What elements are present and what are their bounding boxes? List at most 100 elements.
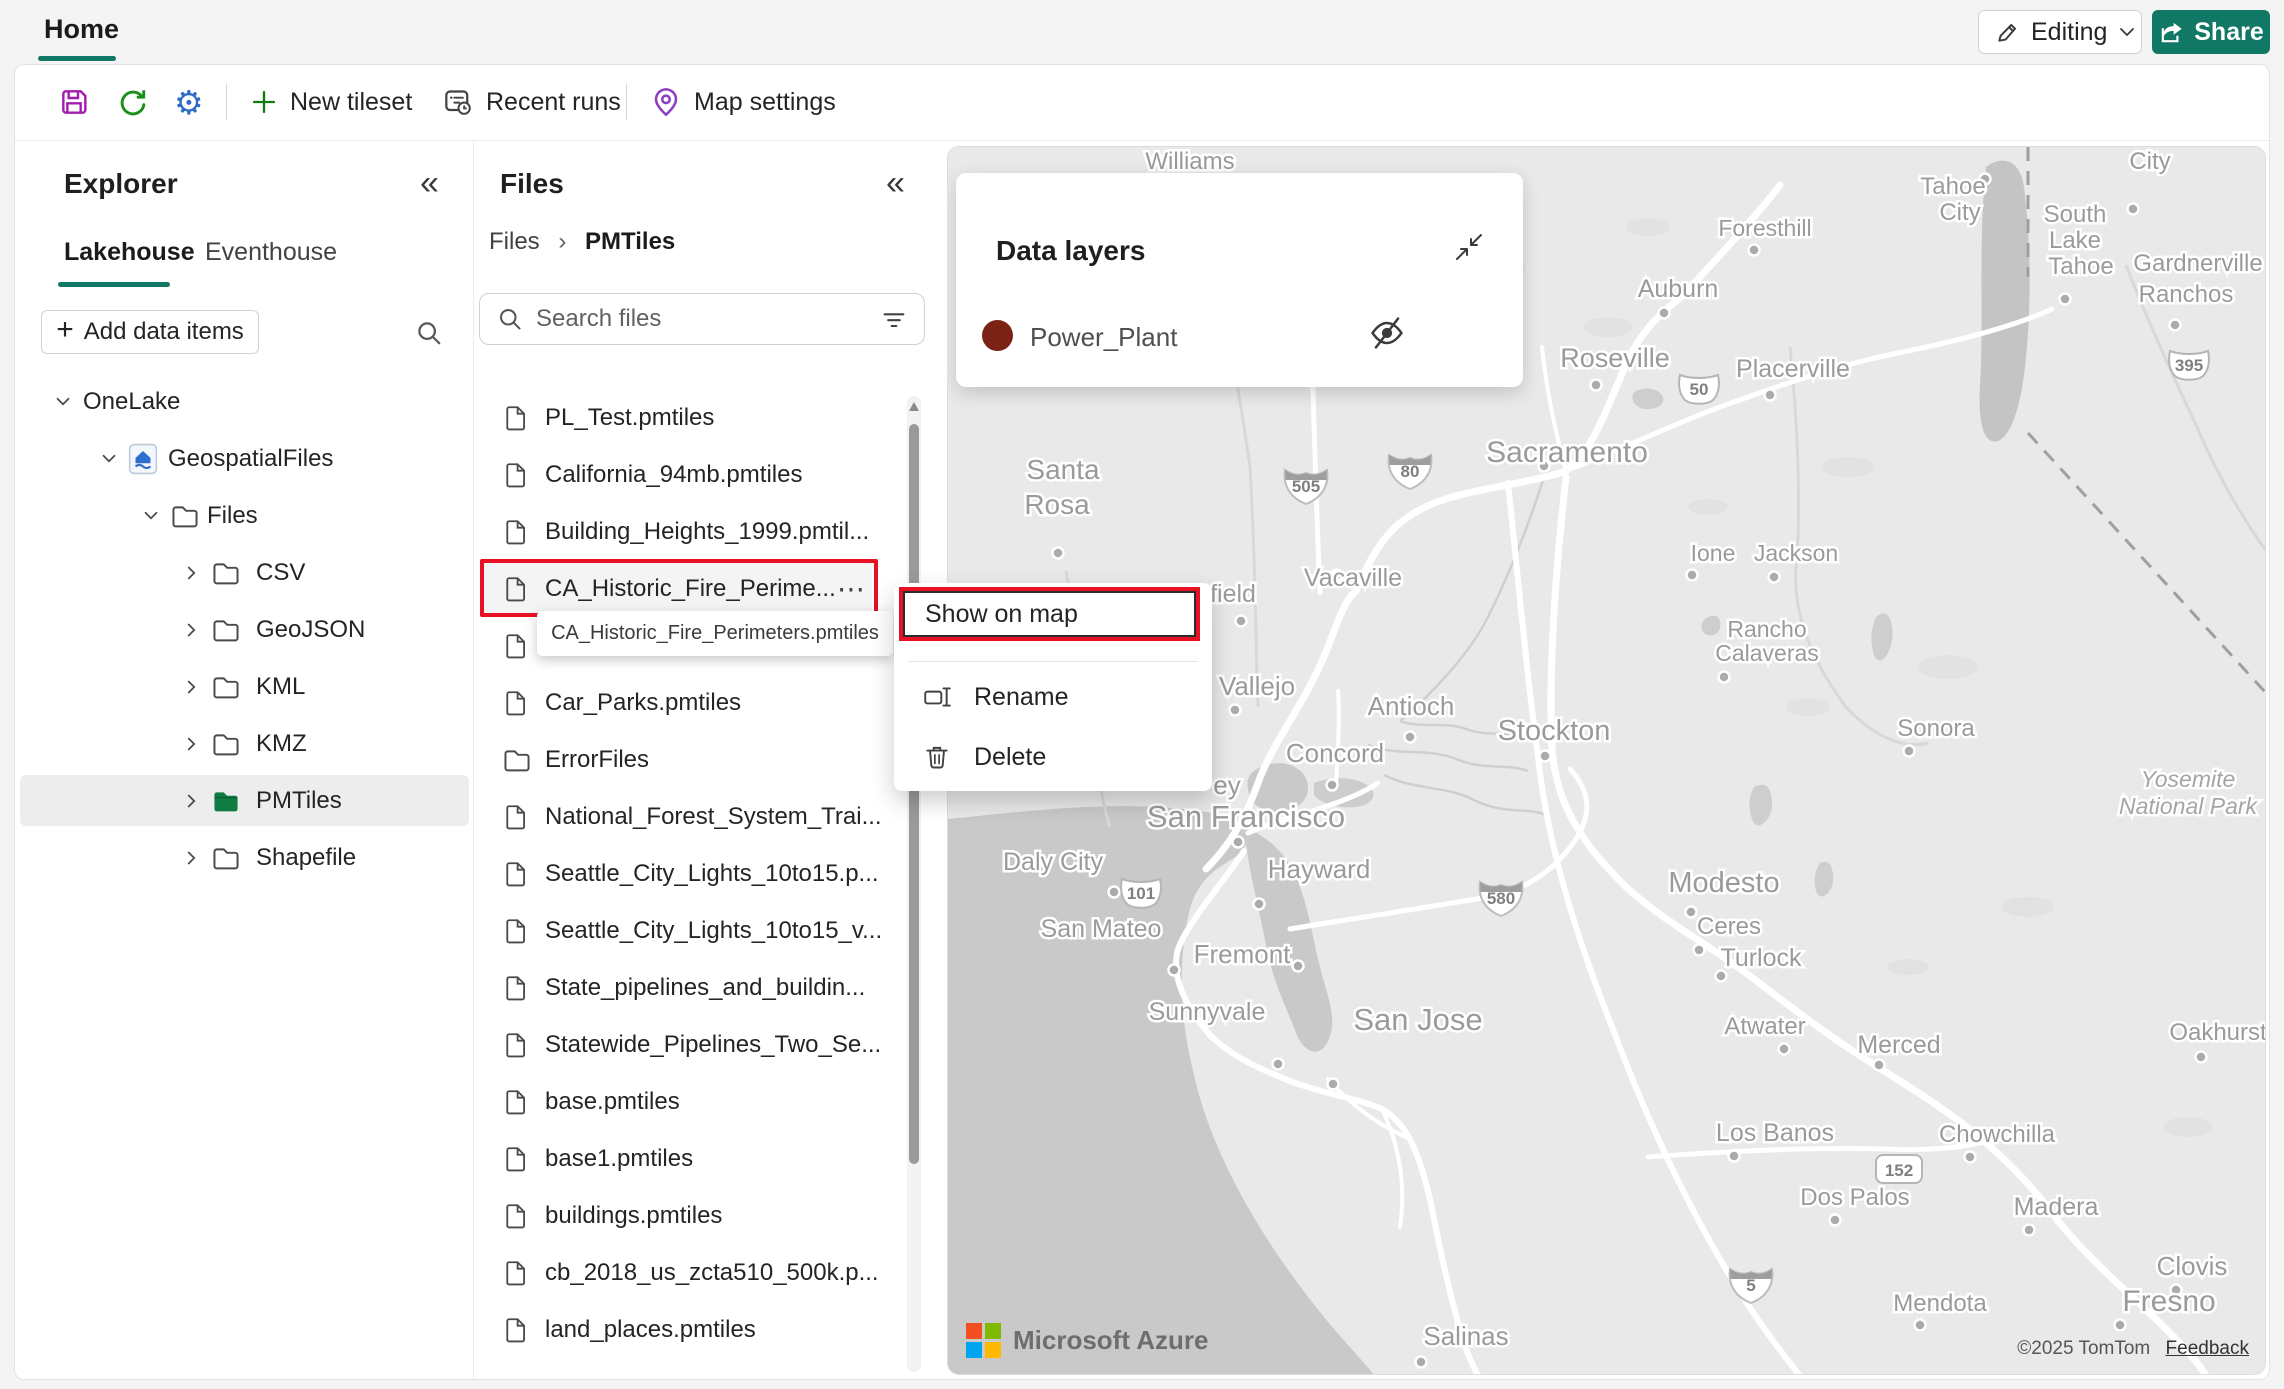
file-row[interactable] — [479, 1358, 909, 1374]
visibility-off-icon[interactable] — [1367, 313, 1407, 353]
file-row-statewide-pipelines-two-se-[interactable]: Statewide_Pipelines_Two_Se... — [479, 1016, 909, 1073]
filter-icon[interactable] — [880, 305, 908, 333]
chevron-right-icon[interactable] — [181, 619, 203, 641]
chevron-right-icon[interactable] — [181, 790, 203, 812]
breadcrumb-pmtiles[interactable]: PMTiles — [585, 228, 675, 255]
editing-mode-button[interactable]: Editing — [1978, 10, 2142, 54]
chevron-right-icon[interactable] — [181, 733, 203, 755]
tree-item-pmtiles[interactable]: PMTiles — [20, 772, 469, 829]
file-name: Car_Parks.pmtiles — [545, 688, 742, 716]
map-settings-button[interactable]: Map settings — [650, 64, 836, 140]
city-dot — [1685, 568, 1699, 582]
map-label: Auburn — [1638, 275, 1719, 303]
tree-search-icon[interactable] — [414, 318, 444, 348]
menu-item-rename[interactable]: Rename — [894, 671, 1212, 723]
chevron-down-icon[interactable] — [140, 505, 162, 527]
map-settings-label: Map settings — [694, 87, 836, 116]
tree-item-geospatialfiles[interactable]: GeospatialFiles — [20, 430, 469, 487]
svg-text:80: 80 — [1401, 462, 1420, 481]
collapse-files-icon[interactable]: « — [886, 166, 905, 200]
file-icon — [502, 1031, 530, 1059]
file-tooltip: CA_Historic_Fire_Perimeters.pmtiles — [537, 611, 893, 656]
chevron-down-icon[interactable] — [98, 448, 120, 470]
city-dot — [1228, 703, 1242, 717]
chevron-right-icon[interactable] — [181, 562, 203, 584]
map-label: Ranchos — [2139, 281, 2234, 308]
menu-item-delete[interactable]: Delete — [894, 731, 1212, 783]
file-row-seattle-city-lights-10to15-v-[interactable]: Seattle_City_Lights_10to15_v... — [479, 902, 909, 959]
svg-text:101: 101 — [1127, 884, 1155, 903]
file-icon — [502, 1259, 530, 1287]
folder-icon — [211, 558, 241, 588]
file-row-national-forest-system-trai-[interactable]: National_Forest_System_Trai... — [479, 788, 909, 845]
city-dot — [1326, 1077, 1340, 1091]
collapse-explorer-icon[interactable]: « — [420, 166, 439, 200]
menu-item-show-on-map[interactable]: Show on map — [899, 587, 1200, 641]
add-data-items-label: Add data items — [83, 318, 244, 345]
file-row-land-places-pmtiles[interactable]: land_places.pmtiles — [479, 1301, 909, 1358]
settings-gear-button[interactable]: ⚙ — [174, 64, 204, 140]
chevron-right-icon[interactable] — [181, 676, 203, 698]
file-row-building-heights-1999-pmtil-[interactable]: Building_Heights_1999.pmtil... — [479, 503, 909, 560]
city-dot — [1657, 306, 1671, 320]
file-row-california-94mb-pmtiles[interactable]: California_94mb.pmtiles — [479, 446, 909, 503]
microsoft-logo-icon — [966, 1323, 1001, 1358]
refresh-button[interactable] — [116, 64, 148, 140]
scrollbar-thumb[interactable] — [909, 424, 919, 1164]
new-tileset-button[interactable]: New tileset — [250, 64, 412, 140]
delete-icon — [922, 742, 952, 772]
map-label: Rosa — [1024, 489, 1090, 520]
feedback-link[interactable]: Feedback — [2166, 1338, 2249, 1359]
context-menu: Show on map Rename Delete — [894, 583, 1212, 791]
file-icon — [502, 1145, 530, 1173]
tree-item-kml[interactable]: KML — [20, 658, 469, 715]
file-row-base1-pmtiles[interactable]: base1.pmtiles — [479, 1130, 909, 1187]
chevron-right-icon[interactable] — [181, 847, 203, 869]
tab-eventhouse[interactable]: Eventhouse — [205, 238, 337, 267]
breadcrumb-files[interactable]: Files — [489, 228, 540, 255]
map-label: Turlock — [1720, 944, 1802, 972]
chevron-down-icon[interactable] — [52, 391, 74, 413]
chevron-down-icon — [2117, 22, 2137, 42]
tree-item-files[interactable]: Files — [20, 487, 469, 544]
tab-lakehouse[interactable]: Lakehouse — [64, 238, 195, 267]
map-label: Tahoe — [2048, 253, 2113, 280]
search-placeholder: Search files — [536, 305, 662, 332]
tab-home[interactable]: Home — [44, 14, 119, 45]
recent-runs-button[interactable]: Recent runs — [442, 64, 621, 140]
file-row-buildings-pmtiles[interactable]: buildings.pmtiles — [479, 1187, 909, 1244]
folder-icon — [211, 843, 241, 873]
show-on-map-label: Show on map — [925, 599, 1078, 628]
share-button[interactable]: Share — [2152, 10, 2270, 54]
map-label: Madera — [2014, 1193, 2099, 1221]
file-name: base.pmtiles — [545, 1087, 680, 1115]
map-label: Jackson — [1754, 540, 1838, 566]
tree-item-shapefile[interactable]: Shapefile — [20, 829, 469, 886]
scrollbar-up-arrow[interactable] — [909, 402, 919, 411]
file-row-pl-test-pmtiles[interactable]: PL_Test.pmtiles — [479, 389, 909, 446]
collapse-panel-icon[interactable] — [1451, 229, 1487, 265]
tree-item-geojson[interactable]: GeoJSON — [20, 601, 469, 658]
tree-item-kmz[interactable]: KMZ — [20, 715, 469, 772]
map-label: Concord — [1286, 738, 1384, 768]
file-row-state-pipelines-and-buildin-[interactable]: State_pipelines_and_buildin... — [479, 959, 909, 1016]
svg-text:152: 152 — [1885, 1161, 1913, 1180]
add-data-items-button[interactable]: + Add data items — [41, 310, 259, 354]
file-row-base-pmtiles[interactable]: base.pmtiles — [479, 1073, 909, 1130]
map-label: Lake — [2049, 227, 2101, 254]
selected-file-highlight-box — [480, 559, 878, 617]
tree-item-csv[interactable]: CSV — [20, 544, 469, 601]
city-dot — [1777, 1042, 1791, 1056]
file-row-car-parks-pmtiles[interactable]: Car_Parks.pmtiles — [479, 674, 909, 731]
svg-text:580: 580 — [1487, 889, 1515, 908]
map-label: Calaveras — [1715, 640, 1819, 666]
file-row-errorfiles[interactable]: ErrorFiles — [479, 731, 909, 788]
tree-item-onelake[interactable]: OneLake — [20, 373, 469, 430]
city-dot — [1271, 1057, 1285, 1071]
map-label: Daly City — [1003, 848, 1104, 876]
search-files-input[interactable]: Search files — [479, 293, 925, 345]
file-row-cb-2018-us-zcta510-500k-p-[interactable]: cb_2018_us_zcta510_500k.p... — [479, 1244, 909, 1301]
tree-item-label: KMZ — [256, 729, 307, 757]
save-button[interactable] — [58, 64, 90, 140]
file-row-seattle-city-lights-10to15-p-[interactable]: Seattle_City_Lights_10to15.p... — [479, 845, 909, 902]
